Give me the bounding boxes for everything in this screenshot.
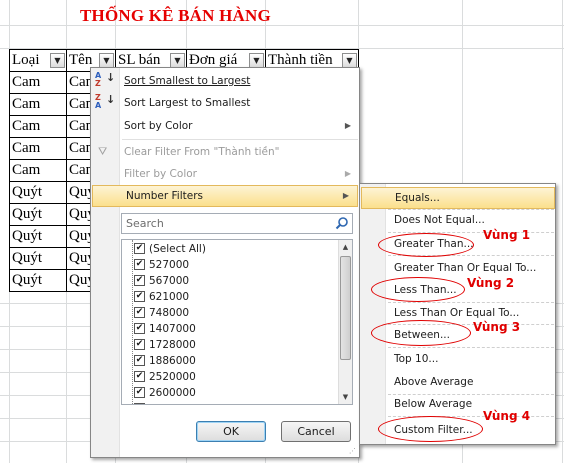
sort-ascending-icon: A Z ↓ — [95, 71, 116, 88]
value-list: ✔ (Select All) ✔ 527000 ✔ 567000 ✔ 621000 ✔ 7… — [121, 239, 353, 405]
number-filters-item[interactable]: Number Filters ▶ — [92, 185, 358, 207]
checkbox[interactable]: ✔ — [134, 243, 145, 254]
checkbox[interactable]: ✔ — [134, 403, 145, 404]
list-item[interactable]: ✔ 2600000 — [134, 385, 196, 401]
list-item[interactable]: ✔2670000 — [134, 401, 196, 404]
filter-dropdown-button-active[interactable]: ▼ — [342, 53, 357, 68]
checkbox[interactable]: ✔ — [134, 339, 145, 350]
search-input[interactable]: Search — [121, 213, 353, 234]
sort-by-color-item[interactable]: Sort by Color ▶ — [91, 115, 359, 137]
annotation-label-4: Vùng 4 — [483, 409, 531, 423]
filter-dropdown-button[interactable]: ▼ — [50, 53, 65, 68]
header-loai: Loại ▼ — [9, 49, 67, 72]
menu-separator — [122, 139, 358, 140]
list-item[interactable]: ✔ 1728000 — [134, 337, 196, 353]
filter-dropdown-button[interactable]: ▼ — [99, 53, 114, 68]
list-item[interactable]: ✔ 748000 — [134, 305, 189, 321]
equals-item[interactable]: Equals... — [361, 187, 555, 209]
list-item[interactable]: ✔ 527000 — [134, 257, 189, 273]
list-scrollbar[interactable]: ▲ ▼ — [338, 240, 352, 404]
cell[interactable]: Cam — [9, 93, 67, 116]
less-than-or-equal-item[interactable]: Less Than Or Equal To... — [361, 302, 555, 324]
gridline — [562, 0, 563, 463]
checkbox[interactable]: ✔ — [134, 259, 145, 270]
filter-dropdown-button[interactable]: ▼ — [249, 53, 264, 68]
list-item[interactable]: ✔ (Select All) — [134, 241, 206, 257]
scrollbar-thumb[interactable] — [340, 256, 351, 360]
checkbox[interactable]: ✔ — [134, 387, 145, 398]
checkbox[interactable]: ✔ — [134, 323, 145, 334]
top-10-item[interactable]: Top 10... — [361, 348, 555, 370]
annotation-ellipse — [378, 416, 483, 442]
cancel-button[interactable]: Cancel — [281, 421, 351, 442]
checkbox[interactable]: ✔ — [134, 291, 145, 302]
checkbox[interactable]: ✔ — [134, 307, 145, 318]
sheet-title: THỐNG KÊ BÁN HÀNG — [80, 6, 271, 25]
clear-filter-item[interactable]: ⛛ Clear Filter From "Thành tiền" — [91, 141, 359, 163]
tree-line — [132, 240, 133, 404]
list-item[interactable]: ✔ 621000 — [134, 289, 189, 305]
annotation-label-3: Vùng 3 — [473, 320, 521, 334]
resize-grip-icon[interactable]: ⋰ — [349, 447, 357, 455]
checkbox[interactable]: ✔ — [134, 355, 145, 366]
ok-button[interactable]: OK — [196, 421, 266, 442]
cell[interactable]: Quýt — [9, 181, 67, 204]
scroll-up-icon[interactable]: ▲ — [339, 240, 352, 254]
submenu-arrow-icon: ▶ — [342, 191, 349, 200]
number-filters-submenu: Equals... Does Not Equal... Greater Than… — [359, 183, 556, 445]
cell[interactable]: Cam — [9, 137, 67, 160]
autofilter-menu: A Z ↓ Sort Smallest to Largest Z A ↓ Sort La… — [90, 67, 360, 458]
cell[interactable]: Quýt — [9, 225, 67, 248]
cell[interactable]: Quýt — [9, 247, 67, 270]
cell[interactable]: Cam — [9, 115, 67, 138]
greater-than-or-equal-item[interactable]: Greater Than Or Equal To... — [361, 257, 555, 279]
above-average-item[interactable]: Above Average — [361, 371, 555, 393]
annotation-ellipse — [371, 277, 465, 302]
cell[interactable]: Cam — [9, 159, 67, 182]
scroll-down-icon[interactable]: ▼ — [339, 390, 352, 404]
annotation-ellipse — [371, 320, 471, 346]
cell[interactable]: Quýt — [9, 269, 67, 292]
clear-filter-icon: ⛛ — [98, 145, 108, 158]
list-item[interactable]: ✔ 1886000 — [134, 353, 196, 369]
sort-descending-item[interactable]: Z A ↓ Sort Largest to Smallest — [91, 92, 359, 114]
list-item[interactable]: ✔ 567000 — [134, 273, 189, 289]
list-item[interactable]: ✔ 2520000 — [134, 369, 196, 385]
sort-ascending-item[interactable]: A Z ↓ Sort Smallest to Largest — [91, 70, 359, 92]
cell[interactable]: Quýt — [9, 203, 67, 226]
checkbox[interactable]: ✔ — [134, 371, 145, 382]
submenu-arrow-icon: ▶ — [344, 169, 351, 178]
sort-descending-icon: Z A ↓ — [95, 93, 116, 110]
filter-by-color-item[interactable]: Filter by Color ▶ — [91, 163, 359, 185]
submenu-arrow-icon: ▶ — [344, 121, 351, 130]
cell[interactable]: Cam — [9, 71, 67, 94]
checkbox[interactable]: ✔ — [134, 275, 145, 286]
filter-dropdown-button[interactable]: ▼ — [170, 53, 185, 68]
list-item[interactable]: ✔ 1407000 — [134, 321, 196, 337]
search-icon — [335, 217, 348, 230]
annotation-label-1: Vùng 1 — [483, 228, 531, 242]
annotation-ellipse — [378, 233, 474, 257]
annotation-label-2: Vùng 2 — [467, 276, 515, 290]
